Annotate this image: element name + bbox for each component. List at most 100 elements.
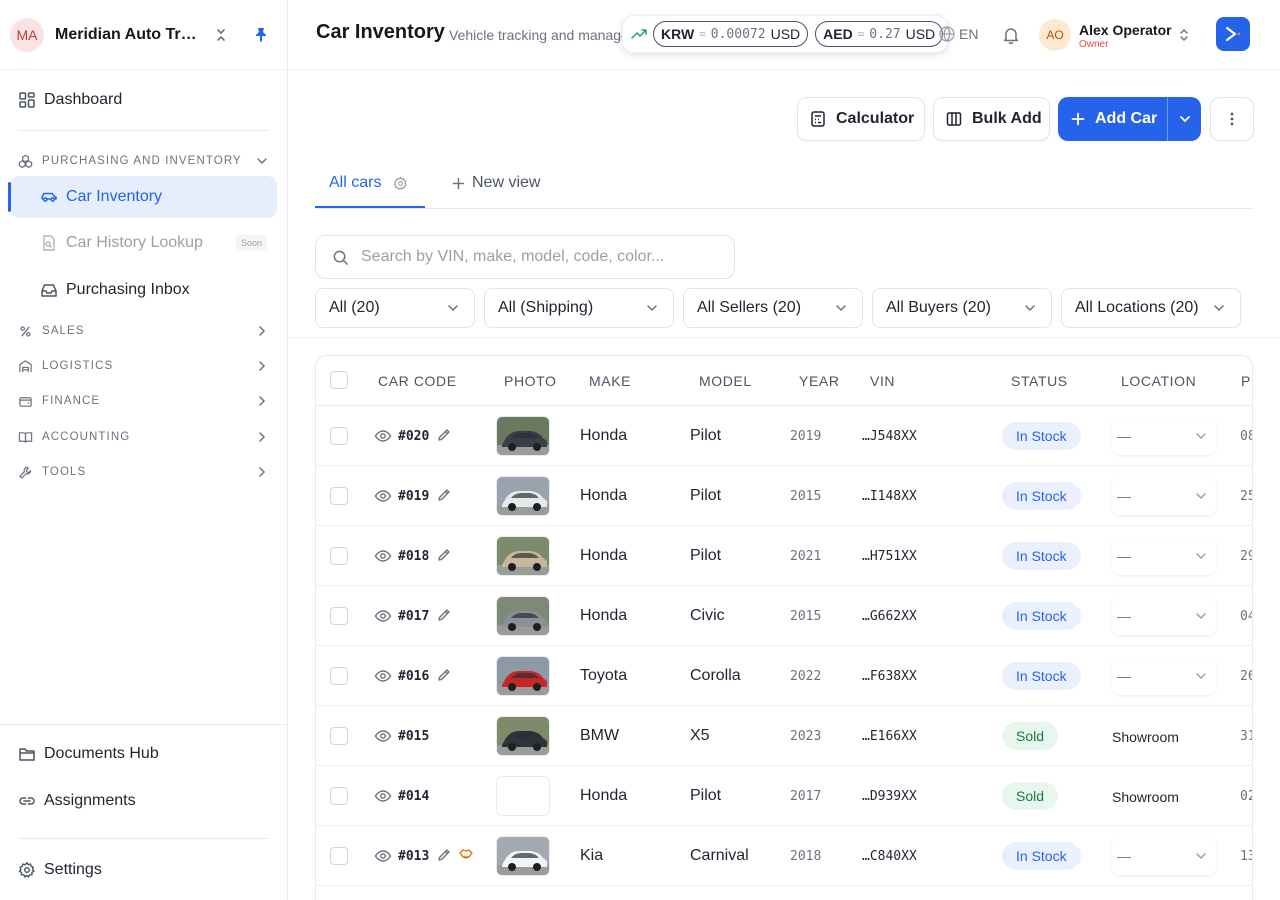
table-row[interactable]: #013 Kia Carnival 2018 …C840XX In Stock — 13: [316, 826, 1252, 886]
filter-sellers[interactable]: All Sellers (20): [683, 288, 863, 328]
filter-shipping[interactable]: All (Shipping): [484, 288, 674, 328]
user-name[interactable]: Alex Operator: [1079, 22, 1172, 38]
nav-purchasing-inbox[interactable]: Purchasing Inbox: [10, 269, 277, 311]
car-photo[interactable]: [496, 716, 550, 756]
car-photo[interactable]: [496, 416, 550, 456]
add-car-dropdown[interactable]: [1167, 97, 1201, 141]
plus-icon: [1069, 110, 1087, 128]
pencil-icon[interactable]: [436, 487, 452, 503]
col-status[interactable]: STATUS: [1011, 373, 1068, 389]
pencil-icon[interactable]: [436, 607, 452, 623]
calculator-button[interactable]: Calculator: [797, 97, 925, 141]
location-select[interactable]: —: [1112, 657, 1216, 695]
chevron-down-icon: [1194, 549, 1208, 563]
table-row[interactable]: #017 Honda Civic 2015 …G662XX In Stock — 04: [316, 586, 1252, 646]
org-switcher[interactable]: MA Meridian Auto Trading: [0, 0, 287, 70]
col-vin[interactable]: VIN: [870, 373, 895, 389]
select-all-checkbox[interactable]: [330, 371, 348, 389]
pin-icon[interactable]: [249, 23, 273, 47]
row-checkbox[interactable]: [330, 607, 348, 625]
pencil-icon[interactable]: [436, 667, 452, 683]
nav-documents-hub[interactable]: Documents Hub: [0, 743, 287, 765]
table-row[interactable]: #015 BMW X5 2023 …E166XX Sold Showroom 31: [316, 706, 1252, 766]
col-model[interactable]: MODEL: [699, 373, 752, 389]
car-photo[interactable]: [496, 536, 550, 576]
row-checkbox[interactable]: [330, 667, 348, 685]
pencil-icon[interactable]: [436, 547, 452, 563]
car-vin: …G662XX: [862, 609, 917, 624]
location-select[interactable]: —: [1112, 537, 1216, 575]
add-car-main[interactable]: Add Car: [1058, 97, 1167, 141]
location-select[interactable]: —: [1112, 477, 1216, 515]
col-year[interactable]: YEAR: [799, 373, 840, 389]
location-select[interactable]: —: [1112, 597, 1216, 635]
app-logo-icon[interactable]: [1216, 17, 1250, 51]
nav-settings[interactable]: Settings: [0, 859, 287, 881]
chevron-up-down-icon[interactable]: [1176, 26, 1192, 44]
col-car-code[interactable]: CAR CODE: [378, 373, 457, 389]
row-checkbox[interactable]: [330, 727, 348, 745]
row-checkbox[interactable]: [330, 847, 348, 865]
eye-icon[interactable]: [374, 608, 392, 624]
add-car-button[interactable]: Add Car: [1058, 97, 1201, 141]
eye-icon[interactable]: [374, 488, 392, 504]
language-switcher[interactable]: EN: [938, 25, 978, 43]
gear-icon[interactable]: [393, 176, 408, 191]
nav-car-inventory[interactable]: Car Inventory: [8, 176, 277, 218]
eye-icon[interactable]: [374, 668, 392, 684]
bulk-add-button[interactable]: Bulk Add: [933, 97, 1050, 141]
rate-pill-krw[interactable]: KRW ≈ 0.00072 USD: [653, 21, 809, 47]
row-checkbox[interactable]: [330, 427, 348, 445]
location-select[interactable]: —: [1112, 417, 1216, 455]
filter-status[interactable]: All (20): [315, 288, 475, 328]
filter-buyers[interactable]: All Buyers (20): [872, 288, 1052, 328]
eye-icon[interactable]: [374, 728, 392, 744]
table-row[interactable]: #018 Honda Pilot 2021 …H751XX In Stock — 29: [316, 526, 1252, 586]
nav-group-tools-label: TOOLS: [42, 466, 87, 478]
tab-new-view[interactable]: New view: [451, 174, 540, 192]
car-photo[interactable]: [496, 476, 550, 516]
car-photo[interactable]: [496, 836, 550, 876]
search-input[interactable]: [361, 248, 731, 266]
location-select[interactable]: —: [1112, 837, 1216, 875]
table-row[interactable]: #020 Honda Pilot 2019 …J548XX In Stock — 08: [316, 406, 1252, 466]
car-year: 2022: [790, 669, 822, 684]
nav-group-accounting[interactable]: ACCOUNTING: [0, 427, 287, 447]
car-photo[interactable]: [496, 656, 550, 696]
row-checkbox[interactable]: [330, 487, 348, 505]
eye-icon[interactable]: [374, 848, 392, 864]
car-photo[interactable]: [496, 596, 550, 636]
table-row[interactable]: #016 Toyota Corolla 2022 …F638XX In Stock — 26: [316, 646, 1252, 706]
nav-group-finance[interactable]: FINANCE: [0, 391, 287, 411]
nav-car-history-lookup[interactable]: Car History Lookup Soon: [10, 222, 277, 264]
exchange-rates-widget[interactable]: KRW ≈ 0.00072 USD AED ≈ 0.27 USD: [622, 15, 948, 53]
col-purchase[interactable]: PU: [1241, 373, 1252, 389]
nav-dashboard[interactable]: Dashboard: [18, 89, 269, 111]
collapse-sidebar-icon[interactable]: [209, 23, 233, 47]
more-options-button[interactable]: [1210, 97, 1254, 141]
row-checkbox[interactable]: [330, 547, 348, 565]
row-checkbox[interactable]: [330, 787, 348, 805]
bell-icon[interactable]: [1001, 25, 1021, 45]
car-code: #019: [398, 489, 430, 504]
eye-icon[interactable]: [374, 428, 392, 444]
col-make[interactable]: MAKE: [589, 373, 631, 389]
car-photo[interactable]: [496, 776, 550, 816]
nav-assignments[interactable]: Assignments: [0, 790, 287, 812]
tab-all-cars[interactable]: All cars: [329, 174, 408, 192]
eye-icon[interactable]: [374, 788, 392, 804]
search-box[interactable]: [315, 235, 735, 279]
pencil-icon[interactable]: [436, 847, 452, 863]
table-row[interactable]: #014 Honda Pilot 2017 …D939XX Sold Showroom 02: [316, 766, 1252, 826]
filter-locations[interactable]: All Locations (20): [1061, 288, 1241, 328]
pencil-icon[interactable]: [436, 427, 452, 443]
nav-group-tools[interactable]: TOOLS: [0, 462, 287, 482]
col-location[interactable]: LOCATION: [1121, 373, 1196, 389]
rate-pill-aed[interactable]: AED ≈ 0.27 USD: [815, 21, 944, 47]
nav-group-logistics[interactable]: LOGISTICS: [0, 356, 287, 376]
user-avatar[interactable]: AO: [1039, 19, 1071, 51]
table-row[interactable]: #019 Honda Pilot 2015 …I148XX In Stock — 25: [316, 466, 1252, 526]
eye-icon[interactable]: [374, 548, 392, 564]
nav-group-purchasing[interactable]: PURCHASING AND INVENTORY: [0, 151, 287, 171]
nav-group-sales[interactable]: SALES: [0, 321, 287, 341]
